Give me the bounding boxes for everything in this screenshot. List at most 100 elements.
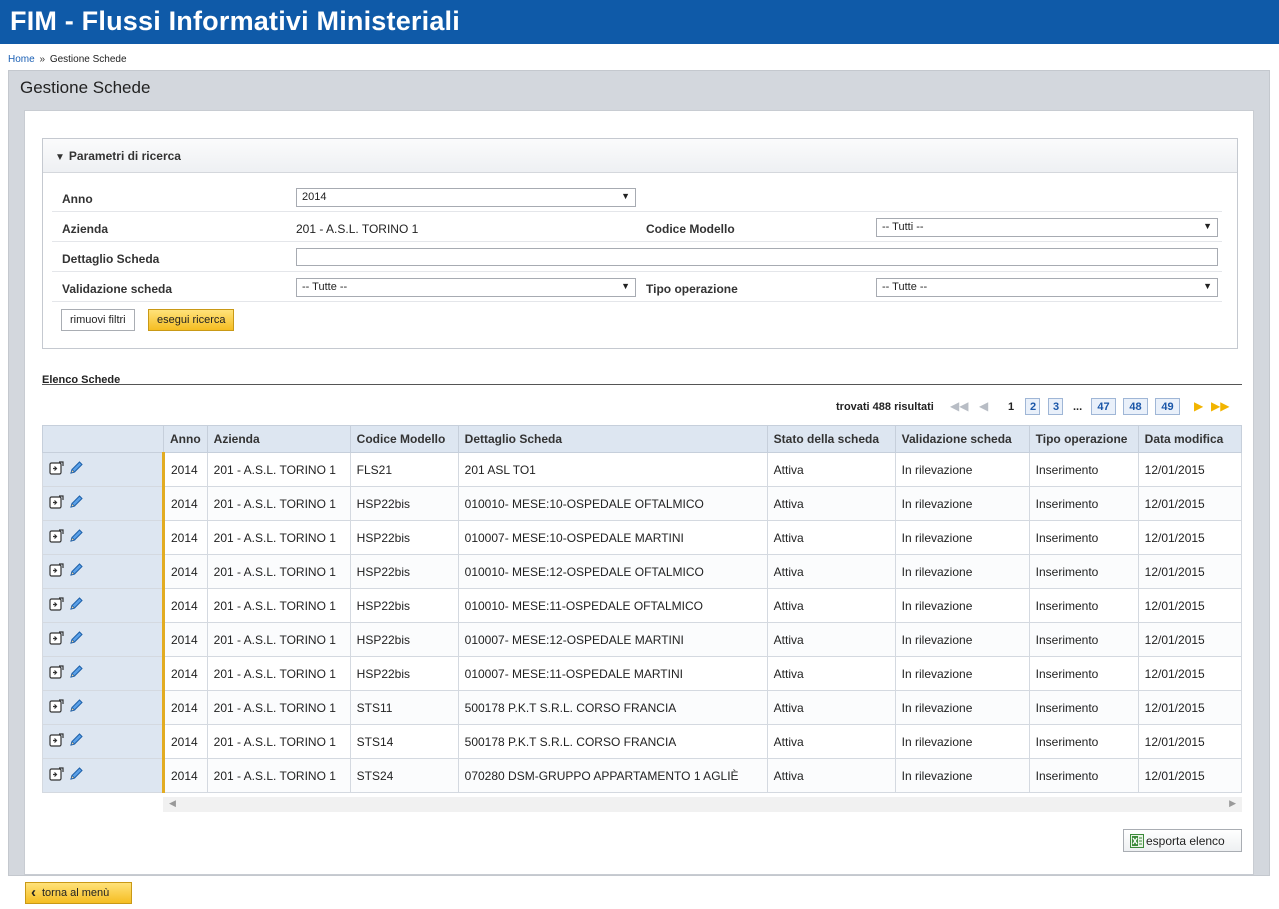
edit-pencil-icon[interactable] bbox=[68, 596, 84, 615]
cell-validazione: In rilevazione bbox=[894, 656, 1030, 691]
cell-tipo-operazione: Inserimento bbox=[1028, 588, 1139, 623]
table-row[interactable]: 2014 201 - A.S.L. TORINO 1 HSP22bis 010010-… bbox=[42, 486, 1243, 521]
chevron-left-icon: ‹ bbox=[31, 884, 36, 901]
table-row[interactable]: 2014 201 - A.S.L. TORINO 1 STS11 500178 P.K… bbox=[42, 690, 1243, 725]
azienda-value: 201 - A.S.L. TORINO 1 bbox=[296, 222, 419, 236]
breadcrumb-separator: » bbox=[39, 54, 46, 65]
view-icon[interactable] bbox=[49, 494, 64, 513]
row-actions bbox=[42, 452, 165, 487]
col-tipo-operazione[interactable]: Tipo operazione bbox=[1028, 425, 1139, 453]
col-codice-modello[interactable]: Codice Modello bbox=[349, 425, 459, 453]
view-icon[interactable] bbox=[49, 732, 64, 751]
last-page-icon[interactable]: ▶▶ bbox=[1211, 399, 1229, 413]
cell-validazione: In rilevazione bbox=[894, 452, 1030, 487]
cell-codice-modello: HSP22bis bbox=[349, 622, 459, 657]
next-page-icon[interactable]: ▶ bbox=[1194, 399, 1203, 413]
breadcrumb-home-link[interactable]: Home bbox=[8, 54, 35, 65]
col-anno[interactable]: Anno bbox=[163, 425, 208, 453]
dettaglio-label: Dettaglio Scheda bbox=[62, 252, 160, 266]
page-link[interactable]: 48 bbox=[1123, 398, 1148, 415]
back-to-menu-button[interactable]: ‹ torna al menù bbox=[25, 882, 132, 904]
edit-pencil-icon[interactable] bbox=[68, 766, 84, 785]
cell-data-modifica: 12/01/2015 bbox=[1137, 486, 1243, 521]
anno-label: Anno bbox=[62, 192, 93, 206]
edit-pencil-icon[interactable] bbox=[68, 630, 84, 649]
cell-azienda: 201 - A.S.L. TORINO 1 bbox=[206, 554, 351, 589]
col-validazione[interactable]: Validazione scheda bbox=[894, 425, 1030, 453]
excel-icon bbox=[1130, 834, 1144, 851]
cell-codice-modello: FLS21 bbox=[349, 452, 459, 487]
view-icon[interactable] bbox=[49, 528, 64, 547]
scroll-right-icon[interactable]: ▶ bbox=[1229, 798, 1236, 809]
search-fieldset-toggle[interactable]: ▼ Parametri di ricerca bbox=[43, 139, 1237, 173]
cell-anno: 2014 bbox=[163, 588, 208, 623]
edit-pencil-icon[interactable] bbox=[68, 562, 84, 581]
cell-anno: 2014 bbox=[163, 656, 208, 691]
col-stato[interactable]: Stato della scheda bbox=[766, 425, 896, 453]
export-list-button[interactable]: esporta elenco bbox=[1123, 829, 1242, 852]
table-row[interactable]: 2014 201 - A.S.L. TORINO 1 HSP22bis 010007-… bbox=[42, 656, 1243, 691]
cell-anno: 2014 bbox=[163, 690, 208, 725]
edit-pencil-icon[interactable] bbox=[68, 460, 84, 479]
table-row[interactable]: 2014 201 - A.S.L. TORINO 1 STS24 070280 DSM… bbox=[42, 758, 1243, 793]
codice-modello-select[interactable]: -- Tutti -- ▼ bbox=[876, 218, 1218, 237]
page-link[interactable]: 2 bbox=[1025, 398, 1040, 415]
validazione-select[interactable]: -- Tutte -- ▼ bbox=[296, 278, 636, 297]
view-icon[interactable] bbox=[49, 664, 64, 683]
table-row[interactable]: 2014 201 - A.S.L. TORINO 1 STS14 500178 P.K… bbox=[42, 724, 1243, 759]
schede-table: Anno Azienda Codice Modello Dettaglio Sc… bbox=[42, 425, 1243, 793]
edit-pencil-icon[interactable] bbox=[68, 494, 84, 513]
cell-dettaglio-scheda: 500178 P.K.T S.R.L. CORSO FRANCIA bbox=[457, 690, 768, 725]
cell-stato: Attiva bbox=[766, 554, 896, 589]
anno-select[interactable]: 2014 ▼ bbox=[296, 188, 636, 207]
cell-tipo-operazione: Inserimento bbox=[1028, 724, 1139, 759]
reset-filters-button[interactable]: rimuovi filtri bbox=[61, 309, 135, 331]
col-dettaglio-scheda[interactable]: Dettaglio Scheda bbox=[457, 425, 768, 453]
scroll-left-icon[interactable]: ◀ bbox=[169, 798, 176, 809]
row-azienda: Azienda 201 - A.S.L. TORINO 1 Codice Mod… bbox=[52, 213, 1222, 242]
edit-pencil-icon[interactable] bbox=[68, 732, 84, 751]
edit-pencil-icon[interactable] bbox=[68, 664, 84, 683]
page-link[interactable]: 47 bbox=[1091, 398, 1116, 415]
page-link[interactable]: 49 bbox=[1155, 398, 1180, 415]
cell-dettaglio-scheda: 010007- MESE:12-OSPEDALE MARTINI bbox=[457, 622, 768, 657]
horizontal-scrollbar[interactable]: ◀ ▶ bbox=[163, 797, 1242, 812]
dettaglio-input[interactable] bbox=[296, 248, 1218, 266]
cell-azienda: 201 - A.S.L. TORINO 1 bbox=[206, 452, 351, 487]
cell-tipo-operazione: Inserimento bbox=[1028, 520, 1139, 555]
tipo-operazione-label: Tipo operazione bbox=[646, 282, 738, 296]
view-icon[interactable] bbox=[49, 460, 64, 479]
row-anno: Anno 2014 ▼ bbox=[52, 183, 1222, 212]
table-row[interactable]: 2014 201 - A.S.L. TORINO 1 FLS21 201 ASL TO… bbox=[42, 452, 1243, 487]
col-data-modifica[interactable]: Data modifica bbox=[1137, 425, 1243, 453]
view-icon[interactable] bbox=[49, 698, 64, 717]
view-icon[interactable] bbox=[49, 630, 64, 649]
col-azienda[interactable]: Azienda bbox=[206, 425, 351, 453]
tipo-operazione-select[interactable]: -- Tutte -- ▼ bbox=[876, 278, 1218, 297]
cell-dettaglio-scheda: 201 ASL TO1 bbox=[457, 452, 768, 487]
row-actions bbox=[42, 554, 165, 589]
cell-validazione: In rilevazione bbox=[894, 622, 1030, 657]
prev-page-icon[interactable]: ◀ bbox=[979, 399, 988, 413]
page-link[interactable]: 3 bbox=[1048, 398, 1063, 415]
cell-anno: 2014 bbox=[163, 554, 208, 589]
back-to-menu-label: torna al menù bbox=[42, 887, 110, 899]
cell-anno: 2014 bbox=[163, 452, 208, 487]
view-icon[interactable] bbox=[49, 766, 64, 785]
cell-codice-modello: STS14 bbox=[349, 724, 459, 759]
table-row[interactable]: 2014 201 - A.S.L. TORINO 1 HSP22bis 010007-… bbox=[42, 622, 1243, 657]
search-button[interactable]: esegui ricerca bbox=[148, 309, 235, 331]
first-page-icon[interactable]: ◀◀ bbox=[950, 399, 968, 413]
breadcrumb-current: Gestione Schede bbox=[49, 54, 127, 65]
cell-azienda: 201 - A.S.L. TORINO 1 bbox=[206, 724, 351, 759]
table-row[interactable]: 2014 201 - A.S.L. TORINO 1 HSP22bis 010010-… bbox=[42, 554, 1243, 589]
view-icon[interactable] bbox=[49, 596, 64, 615]
view-icon[interactable] bbox=[49, 562, 64, 581]
table-row[interactable]: 2014 201 - A.S.L. TORINO 1 HSP22bis 010007-… bbox=[42, 520, 1243, 555]
table-row[interactable]: 2014 201 - A.S.L. TORINO 1 HSP22bis 010010-… bbox=[42, 588, 1243, 623]
cell-validazione: In rilevazione bbox=[894, 486, 1030, 521]
edit-pencil-icon[interactable] bbox=[68, 528, 84, 547]
row-actions bbox=[42, 758, 165, 793]
cell-tipo-operazione: Inserimento bbox=[1028, 690, 1139, 725]
edit-pencil-icon[interactable] bbox=[68, 698, 84, 717]
